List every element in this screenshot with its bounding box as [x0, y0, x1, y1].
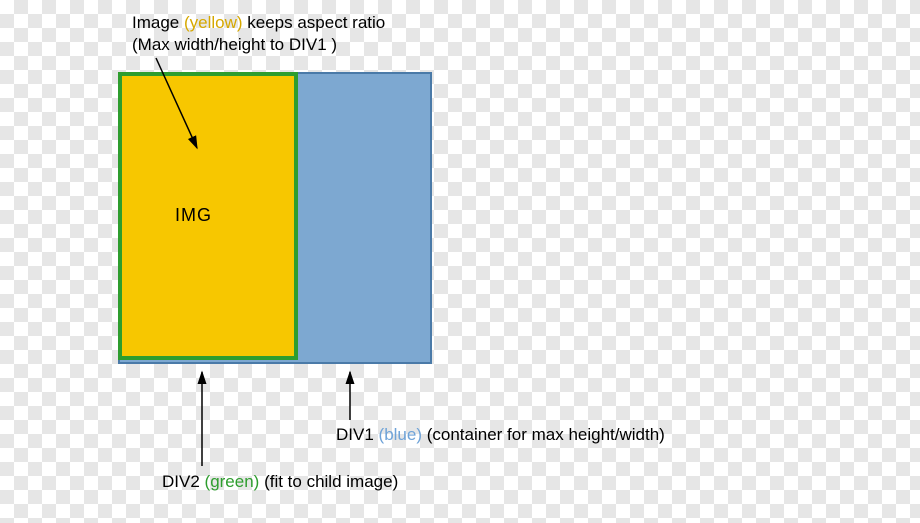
div2-caption-a: DIV2	[162, 472, 205, 491]
div1-caption-blue: (blue)	[379, 425, 422, 444]
top-caption-line1-a: Image	[132, 13, 184, 32]
top-caption: Image (yellow) keeps aspect ratio (Max w…	[132, 12, 385, 56]
top-caption-yellow: (yellow)	[184, 13, 243, 32]
div2-caption: DIV2 (green) (fit to child image)	[162, 472, 398, 492]
div2-caption-b: (fit to child image)	[259, 472, 398, 491]
div1-caption-b: (container for max height/width)	[422, 425, 665, 444]
img-label: IMG	[175, 205, 212, 226]
top-caption-line2: (Max width/height to DIV1 )	[132, 35, 337, 54]
div2-caption-green: (green)	[205, 472, 260, 491]
div1-caption-a: DIV1	[336, 425, 379, 444]
div1-caption: DIV1 (blue) (container for max height/wi…	[336, 425, 665, 445]
top-caption-line1-b: keeps aspect ratio	[243, 13, 386, 32]
